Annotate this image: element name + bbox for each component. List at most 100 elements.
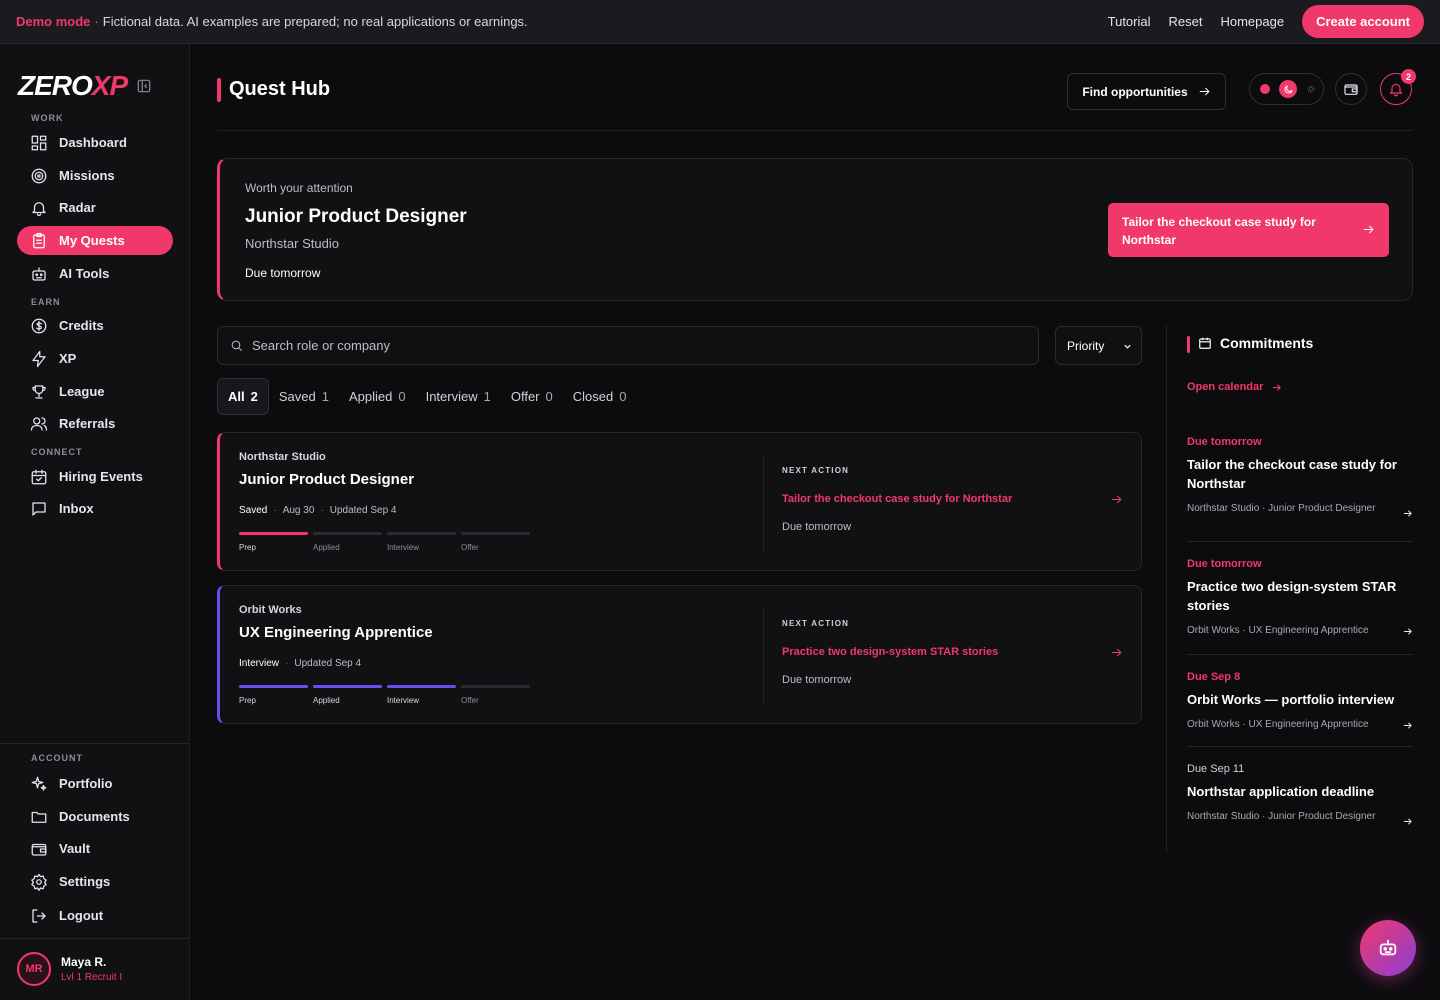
- sidebar-item-label: Dashboard: [59, 135, 127, 150]
- find-opportunities-button[interactable]: Find opportunities: [1067, 73, 1226, 110]
- quest-meta: Interview · Updated Sep 4: [239, 658, 361, 669]
- tab-applied[interactable]: Applied 0: [339, 378, 416, 415]
- quest-role: Junior Product Designer: [239, 471, 415, 488]
- stage-bar: [461, 532, 530, 535]
- quest-card[interactable]: Orbit Works UX Engineering Apprentice In…: [217, 585, 1142, 724]
- arrow-right-icon[interactable]: [1110, 646, 1123, 659]
- wallet-button[interactable]: [1335, 73, 1367, 105]
- stage-offer: Offer: [461, 532, 530, 552]
- arrow-right-icon[interactable]: [1110, 493, 1123, 506]
- commitment-item[interactable]: Due Sep 11 Northstar application deadlin…: [1187, 763, 1413, 825]
- sidebar-item-label: League: [59, 384, 105, 399]
- quest-status: Interview: [239, 658, 280, 669]
- sidebar-item-documents[interactable]: Documents: [17, 802, 173, 831]
- tab-interview[interactable]: Interview 1: [416, 378, 501, 415]
- collapse-sidebar-icon[interactable]: [137, 79, 151, 93]
- sidebar-item-inbox[interactable]: Inbox: [17, 494, 173, 523]
- search-box[interactable]: [217, 326, 1039, 365]
- wallet-icon: [1343, 81, 1359, 97]
- logo[interactable]: ZEROXP: [18, 70, 151, 102]
- search-input[interactable]: [252, 338, 952, 353]
- user-profile[interactable]: MR Maya R. Lvl 1 Recruit I: [17, 952, 122, 986]
- sun-icon[interactable]: [1306, 84, 1316, 94]
- tab-count: 0: [545, 389, 553, 404]
- attention-role-title: Junior Product Designer: [245, 206, 467, 227]
- stage-prep: Prep: [239, 685, 308, 705]
- tutorial-link[interactable]: Tutorial: [1108, 14, 1151, 29]
- open-calendar-link[interactable]: Open calendar: [1187, 381, 1282, 393]
- tab-closed[interactable]: Closed 0: [563, 378, 637, 415]
- attention-action-button[interactable]: Tailor the checkout case study for North…: [1108, 203, 1389, 257]
- sidebar-item-label: AI Tools: [59, 266, 110, 281]
- stage-offer: Offer: [461, 685, 530, 705]
- gear-icon: [30, 873, 48, 891]
- sidebar-item-vault[interactable]: Vault: [17, 834, 173, 863]
- tab-offer[interactable]: Offer 0: [501, 378, 563, 415]
- tab-count: 1: [321, 389, 329, 404]
- panel-divider: [1166, 326, 1167, 852]
- quest-saved-date: Aug 30: [282, 505, 315, 516]
- next-action-link[interactable]: Tailor the checkout case study for North…: [782, 493, 1012, 505]
- tab-count: 2: [250, 389, 258, 404]
- reset-link[interactable]: Reset: [1169, 14, 1203, 29]
- sidebar-item-label: Missions: [59, 168, 115, 183]
- commitment-item[interactable]: Due tomorrow Tailor the checkout case st…: [1187, 436, 1413, 542]
- arrow-right-icon: [1402, 626, 1413, 637]
- sidebar-item-label: Hiring Events: [59, 469, 143, 484]
- commitment-meta: Orbit Works · UX Engineering Apprentice: [1187, 625, 1369, 636]
- sidebar-item-my-quests[interactable]: My Quests: [17, 226, 173, 255]
- sidebar-item-label: Inbox: [59, 501, 94, 516]
- tab-all[interactable]: All 2: [217, 378, 269, 415]
- sidebar-item-league[interactable]: League: [17, 377, 173, 406]
- sidebar-item-logout[interactable]: Logout: [17, 901, 173, 930]
- sidebar-item-missions[interactable]: Missions: [17, 161, 173, 190]
- sidebar-item-ai-tools[interactable]: AI Tools: [17, 259, 173, 288]
- commitments-accent-bar: [1187, 336, 1190, 353]
- header-divider: [217, 130, 1413, 131]
- moon-icon[interactable]: [1279, 80, 1297, 98]
- tab-label: All: [228, 389, 245, 404]
- tab-label: Closed: [572, 389, 614, 404]
- sidebar-item-radar[interactable]: Radar: [17, 193, 173, 222]
- stage-prep: Prep: [239, 532, 308, 552]
- create-account-button[interactable]: Create account: [1302, 5, 1424, 38]
- quest-role: UX Engineering Apprentice: [239, 624, 433, 641]
- stage-bar: [387, 685, 456, 688]
- notification-count-badge: 2: [1401, 69, 1416, 84]
- sidebar-item-portfolio[interactable]: Portfolio: [17, 769, 173, 798]
- commitment-title: Orbit Works — portfolio interview: [1187, 692, 1395, 707]
- commitment-item[interactable]: Due Sep 8 Orbit Works — portfolio interv…: [1187, 671, 1413, 747]
- chevron-down-icon: [1122, 341, 1133, 352]
- arrow-right-icon: [1402, 720, 1413, 731]
- sidebar-item-credits[interactable]: Credits: [17, 311, 173, 340]
- tab-saved[interactable]: Saved 1: [269, 378, 339, 415]
- sidebar-item-label: Referrals: [59, 416, 116, 431]
- folder-icon: [30, 808, 48, 826]
- sidebar-item-xp[interactable]: XP: [17, 344, 173, 373]
- sidebar-item-settings[interactable]: Settings: [17, 867, 173, 896]
- quest-company: Orbit Works: [239, 604, 302, 616]
- commitment-item[interactable]: Due tomorrow Practice two design-system …: [1187, 558, 1413, 655]
- stage-label: Applied: [313, 543, 340, 552]
- trophy-icon: [30, 383, 48, 401]
- ai-assistant-button[interactable]: [1360, 920, 1416, 976]
- quest-meta: Saved · Aug 30 · Updated Sep 4: [239, 505, 396, 516]
- sidebar-item-dashboard[interactable]: Dashboard: [17, 128, 173, 157]
- user-name: Maya R.: [61, 955, 107, 969]
- calendar-icon: [1198, 336, 1212, 350]
- clipboard-icon: [30, 232, 48, 250]
- sidebar-item-label: Portfolio: [59, 776, 113, 791]
- sidebar-item-referrals[interactable]: Referrals: [17, 409, 173, 438]
- target-icon: [30, 167, 48, 185]
- sidebar-divider: [0, 938, 190, 939]
- homepage-link[interactable]: Homepage: [1220, 14, 1284, 29]
- notifications-button[interactable]: 2: [1380, 69, 1416, 105]
- next-action-link[interactable]: Practice two design-system STAR stories: [782, 646, 998, 658]
- tab-count: 0: [398, 389, 406, 404]
- stage-bar: [239, 685, 308, 688]
- theme-toggle[interactable]: [1249, 73, 1324, 105]
- sidebar-item-hiring-events[interactable]: Hiring Events: [17, 462, 173, 491]
- user-rank: Lvl 1 Recruit I: [61, 972, 123, 983]
- quest-card[interactable]: Northstar Studio Junior Product Designer…: [217, 432, 1142, 571]
- sort-select[interactable]: Priority: [1055, 326, 1142, 365]
